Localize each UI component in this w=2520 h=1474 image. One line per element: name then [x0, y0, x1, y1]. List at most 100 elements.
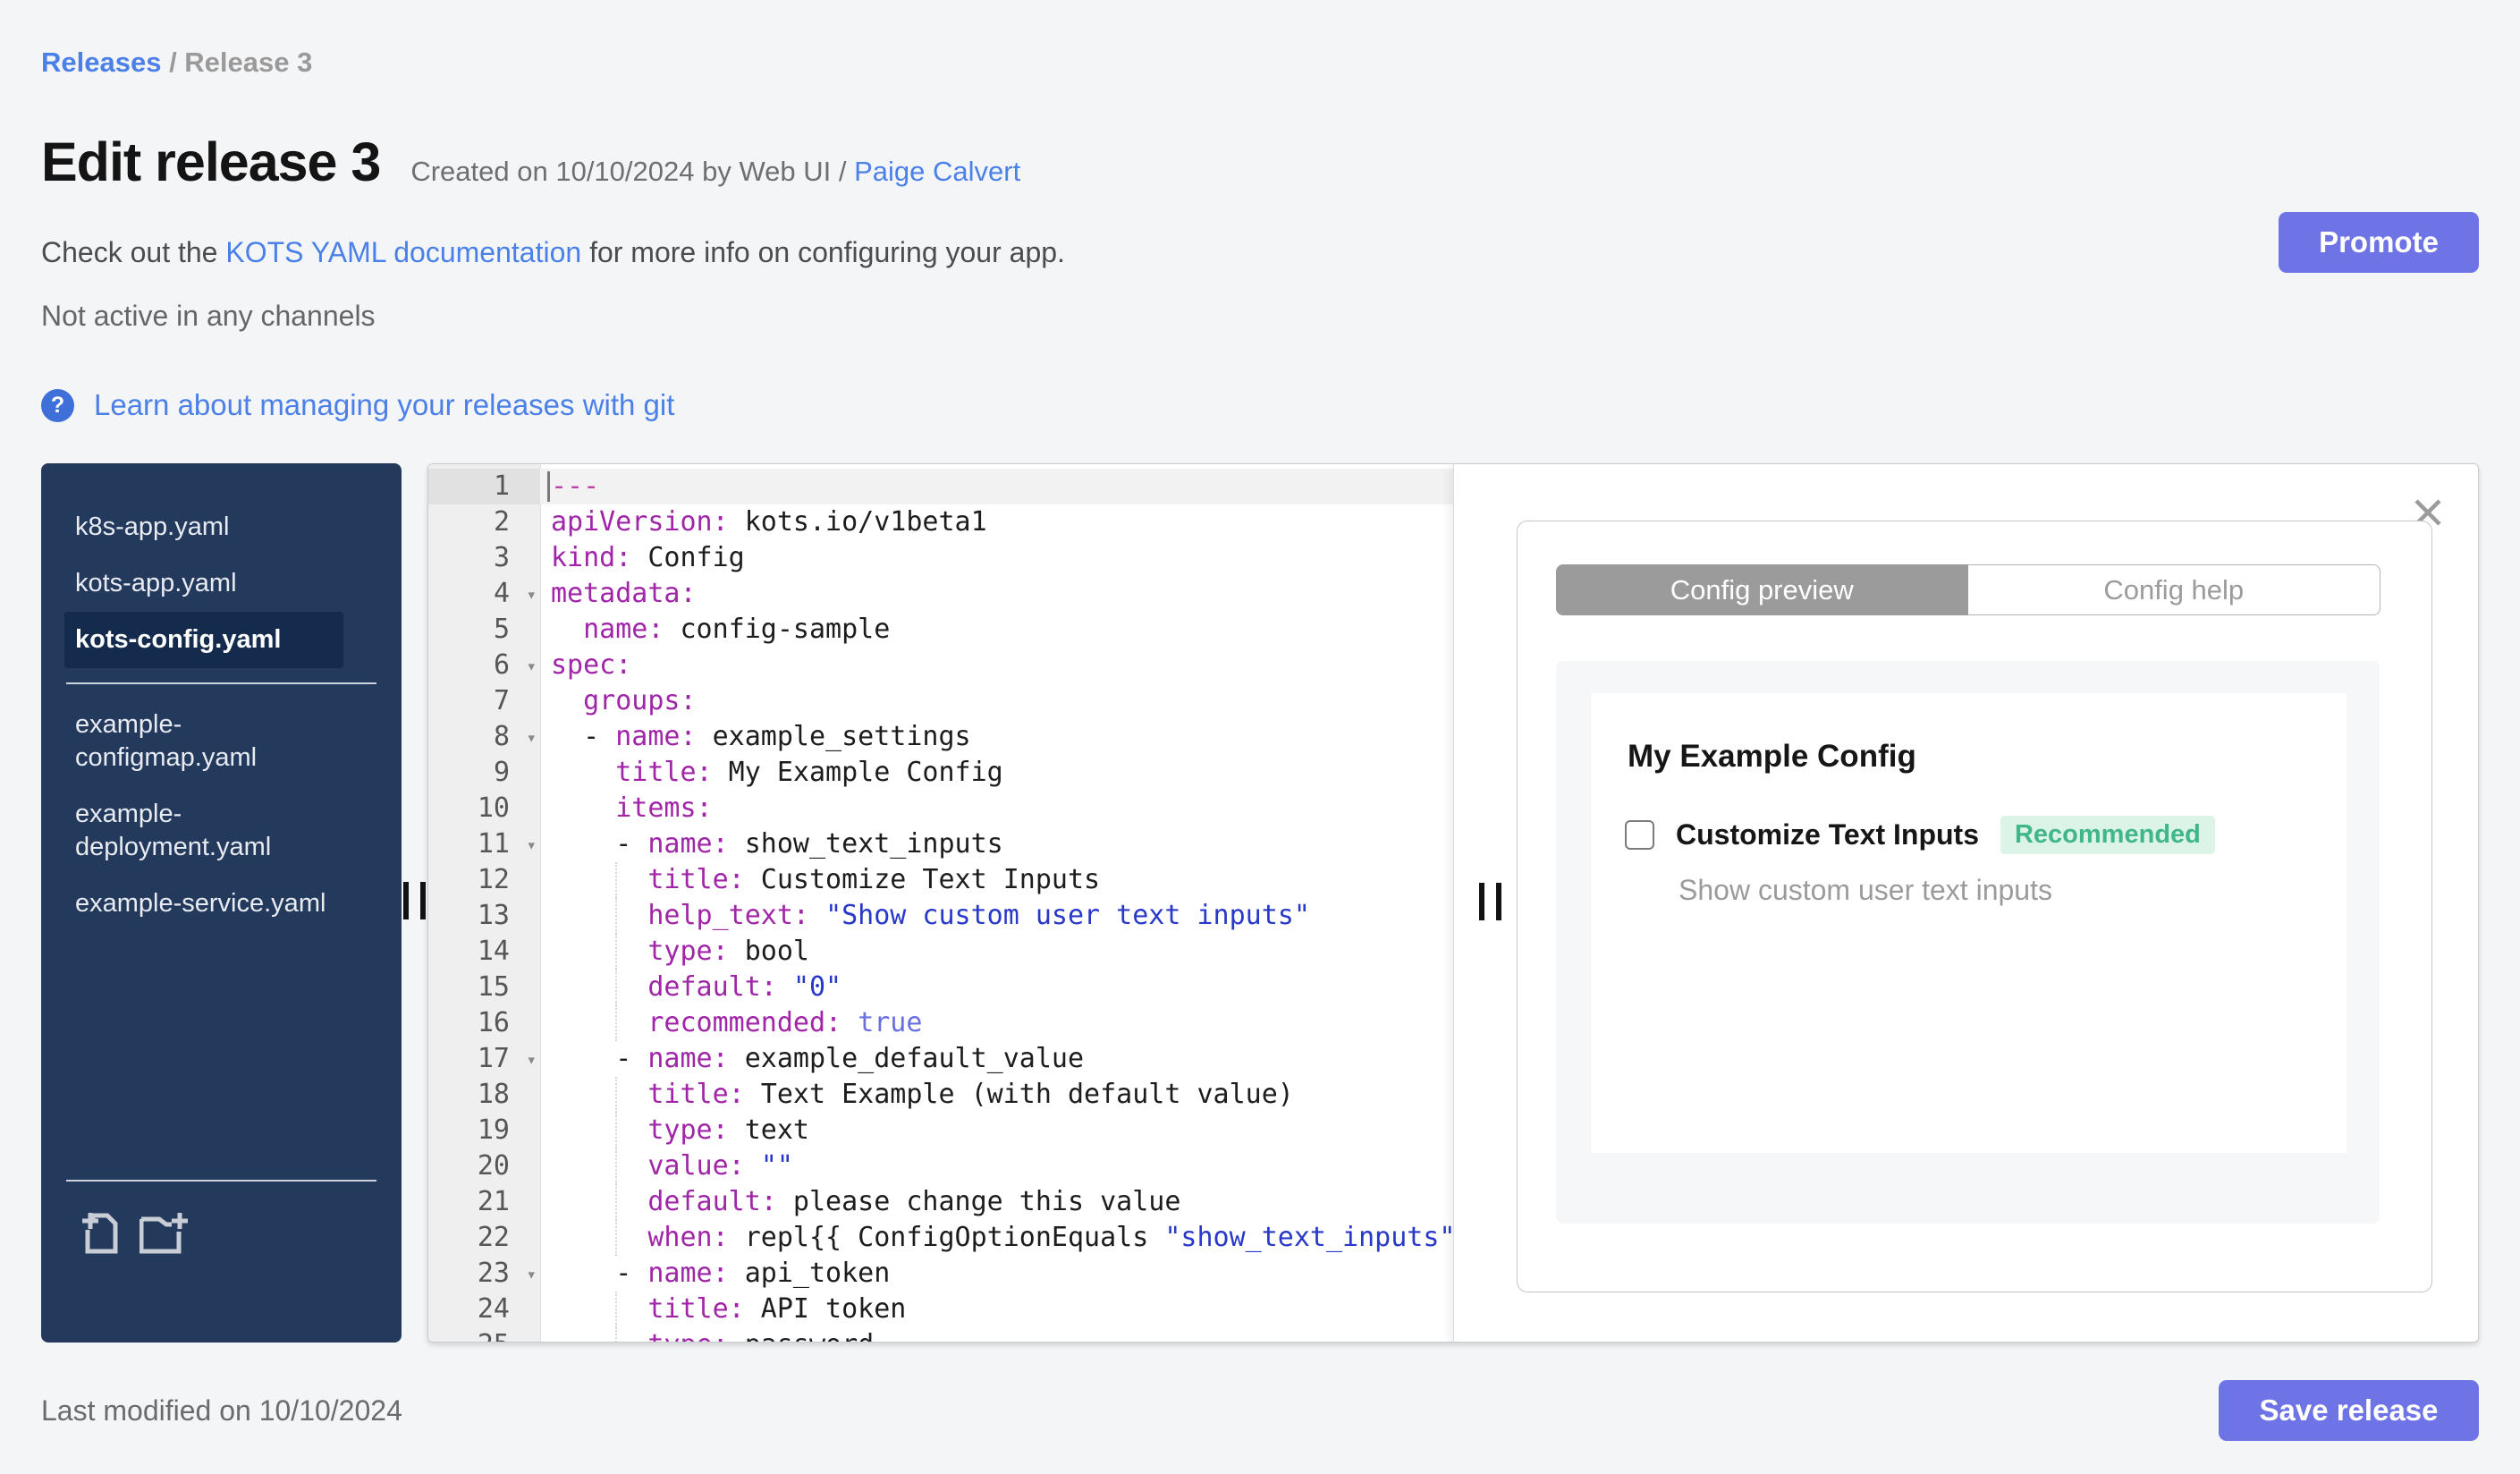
fold-arrow-icon[interactable]: ▾: [527, 648, 537, 684]
code-line[interactable]: 7 groups:: [428, 683, 1453, 719]
code-line[interactable]: 10 items:: [428, 791, 1453, 826]
code-line[interactable]: 20 value: "": [428, 1148, 1453, 1184]
code-line[interactable]: 6 ▾ spec:: [428, 648, 1453, 683]
fold-arrow-icon[interactable]: ▾: [527, 1042, 537, 1078]
recommended-badge: Recommended: [2000, 816, 2215, 854]
file-list-divider: [66, 682, 376, 684]
kots-yaml-doc-link[interactable]: KOTS YAML documentation: [225, 236, 581, 268]
code-text: when: repl{{ ConfigOptionEquals "show_te…: [540, 1220, 1453, 1256]
code-line[interactable]: 24 title: API token: [428, 1292, 1453, 1327]
line-number: 9: [493, 757, 510, 788]
code-line[interactable]: 16 recommended: true: [428, 1005, 1453, 1041]
code-line[interactable]: 19 type: text: [428, 1113, 1453, 1148]
text-cursor: [547, 471, 550, 502]
code-line[interactable]: 9 title: My Example Config: [428, 755, 1453, 791]
code-line[interactable]: 1 ---: [428, 469, 1453, 504]
code-line[interactable]: 5 name: config-sample: [428, 612, 1453, 648]
code-line[interactable]: 18 title: Text Example (with default val…: [428, 1077, 1453, 1113]
code-line[interactable]: 22 when: repl{{ ConfigOptionEquals "show…: [428, 1220, 1453, 1256]
code-text: name: config-sample: [583, 614, 891, 645]
code-line[interactable]: 3 kind: Config: [428, 540, 1453, 576]
breadcrumb: Releases / Release 3: [41, 47, 2479, 79]
code-text: items:: [615, 792, 713, 824]
drag-bar: [420, 882, 426, 919]
git-releases-link[interactable]: Learn about managing your releases with …: [94, 388, 674, 422]
save-release-button[interactable]: Save release: [2219, 1380, 2479, 1441]
customize-text-inputs-checkbox[interactable]: [1625, 820, 1654, 850]
code-text: kind: Config: [551, 542, 745, 573]
preview-resize-handle[interactable]: [1479, 883, 1501, 920]
preview-body: My Example Config Customize Text Inputs …: [1556, 661, 2380, 1224]
code-text: type: text: [540, 1113, 1453, 1148]
code-line[interactable]: 21 default: please change this value: [428, 1184, 1453, 1220]
line-number: 6 ▾: [428, 648, 540, 683]
code-line[interactable]: 8 ▾ - name: example_settings: [428, 719, 1453, 755]
sidebar-file-actions: [80, 1210, 190, 1255]
title-row: Edit release 3 Created on 10/10/2024 by …: [41, 131, 2479, 193]
line-number: 12: [477, 864, 510, 895]
code-line[interactable]: 2 apiVersion: kots.io/v1beta1: [428, 504, 1453, 540]
sidebar-file-kots-config.yaml[interactable]: kots-config.yaml: [64, 612, 343, 668]
breadcrumb-current: Release 3: [184, 47, 313, 78]
sidebar-file-example-deployment.yaml[interactable]: example-deployment.yaml: [64, 786, 343, 876]
code-text: title: My Example Config: [615, 757, 1003, 788]
code-line[interactable]: 4 ▾ metadata:: [428, 576, 1453, 612]
code-line[interactable]: 13 help_text: "Show custom user text inp…: [428, 898, 1453, 934]
created-text: Created on 10/10/2024 by Web UI /: [410, 156, 855, 187]
fold-arrow-icon[interactable]: ▾: [527, 577, 537, 613]
doc-hint-suffix: for more info on configuring your app.: [581, 236, 1065, 268]
drag-bar: [1496, 883, 1501, 920]
tab-config-help[interactable]: Config help: [1967, 564, 2380, 615]
code-line[interactable]: 23 ▾ - name: api_token: [428, 1256, 1453, 1292]
doc-hint-prefix: Check out the: [41, 236, 226, 268]
code-line[interactable]: 14 type: bool: [428, 934, 1453, 970]
fold-arrow-icon[interactable]: ▾: [527, 827, 537, 863]
line-number: 4 ▾: [428, 576, 540, 612]
code-text: type: bool: [540, 934, 1453, 970]
code-text: default: "0": [540, 970, 1453, 1005]
fold-arrow-icon[interactable]: ▾: [527, 720, 537, 756]
code-text: - name: show_text_inputs: [551, 828, 1003, 860]
code-line[interactable]: 11 ▾ - name: show_text_inputs: [428, 826, 1453, 862]
add-file-icon[interactable]: [80, 1210, 118, 1255]
new-file-icon[interactable]: [140, 1210, 190, 1255]
sidebar-editor-gap: [402, 463, 427, 1343]
code-text: - name: api_token: [551, 1258, 891, 1289]
code-lines: 1 --- 2 apiVersion: kots.io/v1beta1 3 kind: C…: [428, 469, 1453, 1342]
code-line[interactable]: 12 title: Customize Text Inputs: [428, 862, 1453, 898]
code-text: spec:: [551, 649, 632, 681]
drag-bar: [403, 882, 409, 919]
channel-status: Not active in any channels: [41, 300, 376, 332]
question-circle-icon[interactable]: ?: [41, 388, 74, 422]
yaml-code-editor[interactable]: 1 --- 2 apiVersion: kots.io/v1beta1 3 kind: C…: [428, 464, 1453, 1342]
sidebar-file-kots-app.yaml[interactable]: kots-app.yaml: [64, 555, 343, 612]
line-number: 17 ▾: [428, 1041, 540, 1077]
sidebar-bottom-divider: [66, 1180, 376, 1182]
breadcrumb-link-releases[interactable]: Releases: [41, 47, 161, 78]
tab-config-preview[interactable]: Config preview: [1556, 564, 1968, 615]
created-by-link[interactable]: Paige Calvert: [854, 156, 1020, 187]
line-number: 24: [477, 1293, 510, 1325]
sidebar-file-example-service.yaml[interactable]: example-service.yaml: [64, 876, 343, 932]
doc-hint: Check out the KOTS YAML documentation fo…: [41, 236, 2479, 269]
config-preview-pane: Config preview Config help My Example Con…: [1453, 464, 2478, 1342]
code-line[interactable]: 15 default: "0": [428, 970, 1453, 1005]
line-number: 7: [493, 685, 510, 716]
line-number: 21: [477, 1186, 510, 1217]
line-number: 2: [493, 506, 510, 538]
code-line[interactable]: 25 type: password: [428, 1327, 1453, 1342]
page-title: Edit release 3: [41, 131, 381, 192]
code-line[interactable]: 17 ▾ - name: example_default_value: [428, 1041, 1453, 1077]
sidebar-resize-handle[interactable]: [403, 882, 426, 919]
config-preview-card: Config preview Config help My Example Con…: [1517, 521, 2432, 1292]
sidebar-file-k8s-app.yaml[interactable]: k8s-app.yaml: [64, 499, 343, 555]
fold-arrow-icon[interactable]: ▾: [527, 1257, 537, 1292]
config-item-row: Customize Text Inputs Recommended: [1625, 816, 2347, 854]
line-number: 10: [477, 792, 510, 824]
code-text: apiVersion: kots.io/v1beta1: [551, 506, 987, 538]
code-text: groups:: [583, 685, 697, 716]
code-text: - name: example_default_value: [551, 1043, 1085, 1074]
config-form: My Example Config Customize Text Inputs …: [1591, 693, 2347, 1153]
sidebar-file-example-configmap.yaml[interactable]: example-configmap.yaml: [64, 697, 343, 786]
promote-button[interactable]: Promote: [2279, 212, 2479, 273]
